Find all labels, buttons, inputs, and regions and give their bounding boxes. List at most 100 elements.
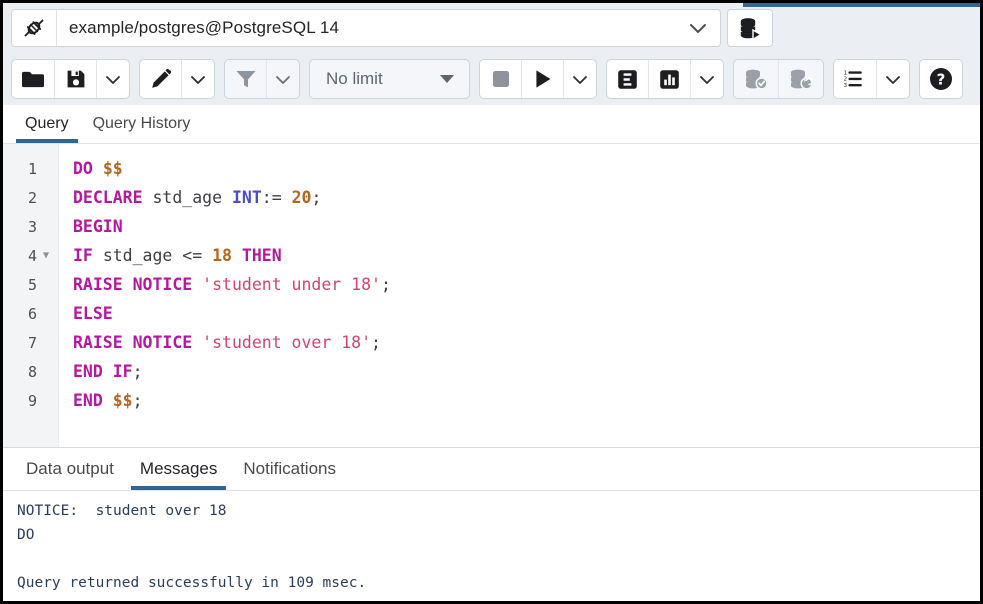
pgadmin-query-tool-window: example/postgres@PostgreSQL 14 [0,0,983,604]
gutter-line: 2 ▼ [3,183,58,212]
line-number-gutter: 1 ▼ 2 ▼ 3 ▼ 4 ▼ 5 ▼ 6 ▼ [3,144,59,447]
connection-selector[interactable]: example/postgres@PostgreSQL 14 [11,9,721,47]
line-number: 9 [28,392,37,410]
sql-dollar-quote: $$ [113,391,133,410]
edit-options-caret[interactable] [182,60,214,98]
row-limit-select[interactable]: No limit [309,59,470,99]
svg-text:3: 3 [844,83,847,89]
line-number: 7 [28,334,37,352]
message-line: Query returned successfully in 109 msec. [17,575,980,599]
explain-button-group [606,59,724,99]
caret-down-icon [439,74,455,84]
sql-keyword: RAISE NOTICE [73,275,192,294]
tab-messages-label: Messages [140,459,217,479]
gutter-line: 1 ▼ [3,154,58,183]
database-commit-icon[interactable] [734,60,779,98]
sql-keyword: END [73,391,103,410]
sql-keyword: DO [73,159,93,178]
database-rollback-icon[interactable] [779,60,823,98]
tab-messages[interactable]: Messages [127,447,230,490]
filter-button-group [224,59,300,99]
filter-icon[interactable] [225,60,267,98]
message-line: DO [17,527,980,551]
top-accent-bar [743,3,980,7]
execute-button-group [479,59,597,99]
gutter-line: 7 ▼ [3,328,58,357]
open-file-button[interactable] [12,60,55,98]
line-number: 1 [28,160,37,178]
tab-query-history-label: Query History [93,115,191,133]
tab-notifications[interactable]: Notifications [230,447,349,490]
explain-analyze-chart-icon[interactable] [649,60,691,98]
gutter-line: 4 ▼ [3,241,58,270]
gutter-line: 8 ▼ [3,357,58,386]
fold-toggle-icon[interactable]: ▼ [40,251,52,261]
sql-type: INT [232,188,262,207]
line-number: 5 [28,276,37,294]
sql-string: 'student under 18' [202,275,381,294]
sql-operator: <= [182,246,202,265]
code-line-5: RAISE NOTICE 'student under 18'; [73,270,980,299]
result-tab-strip: Data output Messages Notifications [3,447,980,491]
svg-text:?: ? [937,71,946,89]
sql-identifier: std_age [103,246,173,265]
gutter-line: 5 ▼ [3,270,58,299]
sql-keyword: END IF [73,362,133,381]
sql-number: 20 [292,188,312,207]
row-limit-value: No limit [326,69,383,89]
svg-text:1: 1 [844,70,847,76]
message-line: NOTICE: student over 18 [17,503,980,527]
tab-data-output[interactable]: Data output [13,447,127,490]
database-connect-icon[interactable] [727,9,773,47]
sql-number: 18 [212,246,232,265]
tab-notifications-label: Notifications [243,459,336,479]
code-line-2: DECLARE std_age INT:= 20; [73,183,980,212]
gutter-line: 3 ▼ [3,212,58,241]
connection-bar: example/postgres@PostgreSQL 14 [3,3,980,53]
line-number: 8 [28,363,37,381]
line-number: 4 [28,247,37,265]
help-question-icon[interactable]: ? [920,60,962,98]
line-number: 3 [28,218,37,236]
gutter-line: 6 ▼ [3,299,58,328]
save-options-caret[interactable] [97,60,129,98]
sql-string: 'student over 18' [202,333,371,352]
stop-query-button[interactable] [480,60,522,98]
filter-options-caret[interactable] [267,60,299,98]
help-button-group: ? [919,59,963,99]
chevron-down-icon[interactable] [676,10,720,46]
message-blank-line [17,551,980,575]
macros-button-group: 1 2 3 [833,59,910,99]
sql-editor[interactable]: 1 ▼ 2 ▼ 3 ▼ 4 ▼ 5 ▼ 6 ▼ [3,144,980,447]
connection-title: example/postgres@PostgreSQL 14 [57,18,676,38]
tab-query[interactable]: Query [13,105,81,143]
code-line-4: IF std_age <= 18 THEN [73,241,980,270]
code-line-6: ELSE [73,299,980,328]
pencil-icon[interactable] [140,60,182,98]
file-button-group [11,59,130,99]
sql-keyword: IF [73,246,93,265]
transaction-button-group [733,59,824,99]
explain-options-caret[interactable] [691,60,723,98]
sql-keyword: ELSE [73,304,113,323]
gutter-line: 9 ▼ [3,386,58,415]
execute-options-caret[interactable] [564,60,596,98]
tab-query-label: Query [25,115,69,133]
sql-semicolon: ; [311,188,321,207]
explain-e-icon[interactable] [607,60,649,98]
sql-code-area[interactable]: DO $$ DECLARE std_age INT:= 20; BEGIN IF… [59,144,980,447]
sql-dollar-quote: $$ [103,159,123,178]
plug-icon [12,10,57,46]
code-line-1: DO $$ [73,154,980,183]
sql-operator: := [262,188,282,207]
macros-options-caret[interactable] [877,60,909,98]
execute-query-button[interactable] [522,60,564,98]
tab-query-history[interactable]: Query History [81,105,203,143]
messages-panel: NOTICE: student over 18 DO Query returne… [3,491,980,601]
save-file-button[interactable] [55,60,97,98]
sql-semicolon: ; [381,275,391,294]
query-tab-strip: Query Query History [3,105,980,144]
sql-semicolon: ; [133,362,143,381]
list-macros-icon[interactable]: 1 2 3 [834,60,877,98]
sql-keyword: DECLARE [73,188,143,207]
